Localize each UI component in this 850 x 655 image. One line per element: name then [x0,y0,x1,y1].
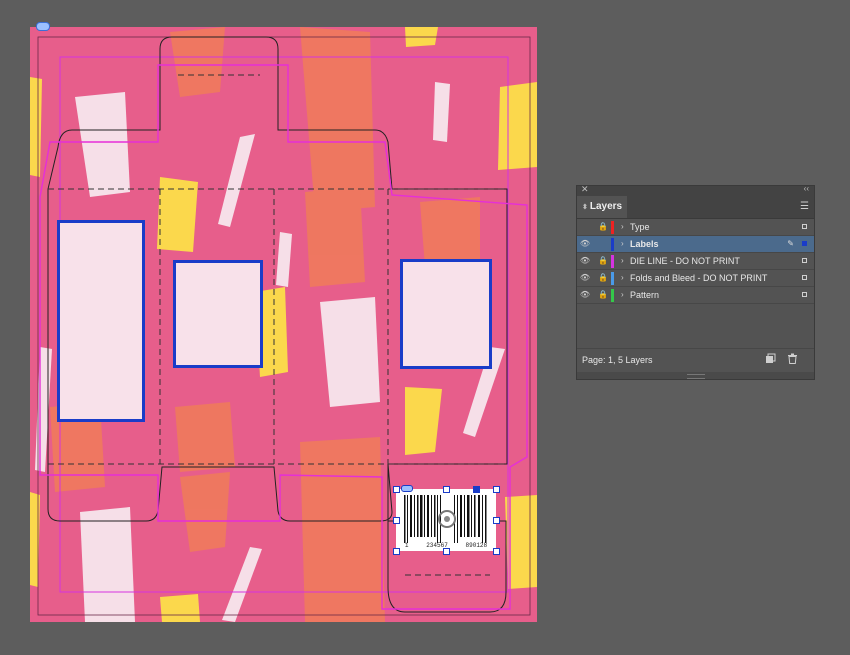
layer-color-chip [611,255,614,268]
lock-icon[interactable]: 🔒 [597,287,609,303]
chevron-right-icon[interactable]: › [621,236,624,252]
layer-color-chip [611,221,614,234]
lock-toggle[interactable] [597,236,609,252]
frame-link-icon [401,485,413,492]
tab-arrows-icon: ⬍ [582,204,588,211]
eye-icon[interactable]: 👁 [577,270,593,286]
panel-title-bar[interactable]: ✕ ‹‹ [577,184,814,196]
selection-handle[interactable] [393,517,400,524]
layer-row-folds-bleed[interactable]: 👁 🔒 › Folds and Bleed - DO NOT PRINT [577,270,814,287]
panel-menu-icon[interactable]: ☰ [800,201,809,212]
selection-handle[interactable] [393,486,400,493]
new-layer-icon[interactable] [765,353,776,364]
layer-row-pattern[interactable]: 👁 🔒 › Pattern [577,287,814,304]
selection-handle[interactable] [493,517,500,524]
panel-tab-bar: ⬍ Layers ☰ [577,196,814,219]
eye-icon[interactable]: 👁 [577,287,593,303]
pen-icon: ✎ [787,239,794,248]
page-link-icon [36,22,50,31]
layer-row-type[interactable]: 🔒 › Type [577,219,814,236]
layer-select-box[interactable] [802,258,807,263]
page-layers-status: Page: 1, 5 Layers [582,355,653,365]
selection-handle[interactable] [443,548,450,555]
layer-color-chip [611,238,614,251]
collapse-icon[interactable]: ‹‹ [804,184,809,193]
layer-row-die-line[interactable]: 👁 🔒 › DIE LINE - DO NOT PRINT [577,253,814,270]
layer-color-chip [611,272,614,285]
visibility-toggle[interactable] [577,219,593,235]
layer-name: Labels [630,239,659,249]
panel-footer: Page: 1, 5 Layers [577,348,814,371]
chevron-right-icon[interactable]: › [621,270,624,286]
selection-anchor-handle[interactable] [473,486,480,493]
close-icon[interactable]: ✕ [581,184,589,195]
layer-select-box[interactable] [802,275,807,280]
barcode[interactable]: 1 234567 890128 [396,489,496,551]
lock-icon[interactable]: 🔒 [597,219,609,235]
chevron-right-icon[interactable]: › [621,219,624,235]
panel-resize-grip[interactable] [577,372,814,379]
lock-icon[interactable]: 🔒 [597,270,609,286]
layer-name: Pattern [630,290,660,300]
selection-handle[interactable] [393,548,400,555]
layer-select-box[interactable] [802,224,807,229]
barcode-digit-group: 890128 [465,542,488,549]
chevron-right-icon[interactable]: › [621,287,624,303]
layer-name: DIE LINE - DO NOT PRINT [630,256,740,266]
layer-select-box[interactable] [802,292,807,297]
layer-row-labels[interactable]: 👁 › Labels ✎ [577,236,814,253]
tab-label: Layers [589,201,623,212]
chevron-right-icon[interactable]: › [621,253,624,269]
grip-lines-icon [687,374,705,379]
layer-name: Type [630,222,650,232]
selection-handle[interactable] [493,486,500,493]
layer-color-chip [611,289,614,302]
selection-handle[interactable] [443,486,450,493]
layers-panel[interactable]: ✕ ‹‹ ⬍ Layers ☰ 🔒 › Type 👁 › Labels ✎ 👁 🔒… [576,184,815,380]
tab-layers[interactable]: ⬍ Layers [577,196,627,218]
eye-icon[interactable]: 👁 [577,253,593,269]
layer-select-box[interactable] [802,241,807,246]
eye-icon[interactable]: 👁 [577,236,593,252]
trash-icon[interactable] [787,353,798,364]
selection-handle[interactable] [493,548,500,555]
layer-name: Folds and Bleed - DO NOT PRINT [630,273,768,283]
barcode-digit-group: 1 [404,542,409,549]
lock-icon[interactable]: 🔒 [597,253,609,269]
